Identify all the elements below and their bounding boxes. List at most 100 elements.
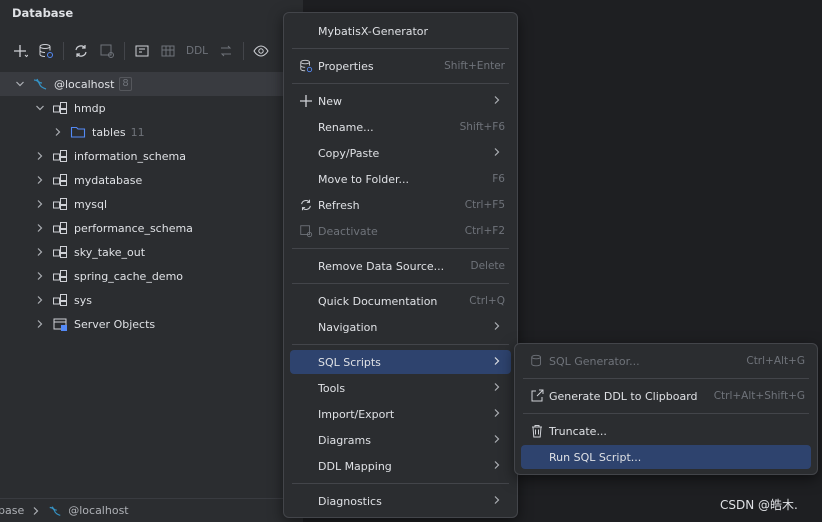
tree-item-label: tables xyxy=(92,125,126,139)
chevron-down-icon[interactable] xyxy=(14,78,26,90)
query-console-icon[interactable] xyxy=(130,39,154,63)
chevron-right-icon[interactable] xyxy=(52,126,64,138)
schema-icon xyxy=(52,172,68,188)
menu-separator xyxy=(292,83,509,84)
tree-item-label: information_schema xyxy=(74,149,186,163)
menu-separator xyxy=(523,413,809,414)
chevron-right-icon[interactable] xyxy=(34,270,46,282)
chevron-down-icon[interactable] xyxy=(34,102,46,114)
tree-item-schema[interactable]: sys xyxy=(0,288,303,312)
panel-title: Database xyxy=(12,6,74,20)
submenu-item-sql-generator[interactable]: SQL Generator... Ctrl+Alt+G xyxy=(521,349,811,373)
server-objects-icon xyxy=(52,316,68,332)
submenu-item-truncate[interactable]: Truncate... xyxy=(521,419,811,443)
tree-item-tables[interactable]: tables 11 xyxy=(0,120,303,144)
menu-item-import-export[interactable]: Import/Export xyxy=(290,402,511,426)
chevron-right-icon xyxy=(493,434,501,447)
tree-item-server-objects[interactable]: Server Objects xyxy=(0,312,303,336)
tree-item-schema[interactable]: information_schema xyxy=(0,144,303,168)
tree-item-count: 8 xyxy=(119,77,132,91)
tree-item-hmdp[interactable]: hmdp xyxy=(0,96,303,120)
database-panel: Database DDL @localhost 8 hmdp tables 11… xyxy=(0,0,303,522)
submenu-item-run-sql-script[interactable]: Run SQL Script... xyxy=(521,445,811,469)
chevron-right-icon[interactable] xyxy=(34,222,46,234)
menu-item-ddl-mapping[interactable]: DDL Mapping xyxy=(290,454,511,478)
table-icon[interactable] xyxy=(156,39,180,63)
chevron-right-icon[interactable] xyxy=(34,246,46,258)
refresh-icon[interactable] xyxy=(69,39,93,63)
tree-item-label: mysql xyxy=(74,197,107,211)
submenu-item-generate-ddl[interactable]: Generate DDL to Clipboard Ctrl+Alt+Shift… xyxy=(521,384,811,408)
tree-item-label: spring_cache_demo xyxy=(74,269,184,283)
menu-item-new[interactable]: New xyxy=(290,89,511,113)
chevron-right-icon[interactable] xyxy=(34,294,46,306)
chevron-right-icon xyxy=(32,506,40,516)
menu-item-sql-scripts[interactable]: SQL Scripts xyxy=(290,350,511,374)
menu-item-move-to-folder[interactable]: Move to Folder... F6 xyxy=(290,167,511,191)
menu-item-remove-data-source[interactable]: Remove Data Source... Delete xyxy=(290,254,511,278)
chevron-right-icon xyxy=(493,408,501,421)
mysql-dolphin-icon xyxy=(32,76,48,92)
breadcrumb-item[interactable]: @localhost xyxy=(68,504,128,517)
schema-icon xyxy=(52,268,68,284)
chevron-right-icon xyxy=(493,460,501,473)
menu-item-properties[interactable]: Properties Shift+Enter xyxy=(290,54,511,78)
menu-separator xyxy=(292,248,509,249)
chevron-right-icon xyxy=(493,356,501,369)
menu-item-deactivate[interactable]: Deactivate Ctrl+F2 xyxy=(290,219,511,243)
toolbar-separator xyxy=(124,42,125,60)
tree-item-count: 11 xyxy=(130,125,145,139)
watermark: CSDN @皓木. xyxy=(720,498,798,512)
menu-item-copy-paste[interactable]: Copy/Paste xyxy=(290,141,511,165)
deactivate-icon xyxy=(298,223,314,239)
menu-item-tools[interactable]: Tools xyxy=(290,376,511,400)
menu-item-diagrams[interactable]: Diagrams xyxy=(290,428,511,452)
menu-item-diagnostics[interactable]: Diagnostics xyxy=(290,489,511,513)
tree-item-schema[interactable]: sky_take_out xyxy=(0,240,303,264)
schema-icon xyxy=(52,148,68,164)
tree-item-schema[interactable]: spring_cache_demo xyxy=(0,264,303,288)
tree-item-schema[interactable]: mydatabase xyxy=(0,168,303,192)
schema-icon xyxy=(52,220,68,236)
sql-generator-icon xyxy=(529,353,545,369)
database-toolbar: DDL xyxy=(8,38,273,64)
deactivate-icon[interactable] xyxy=(95,39,119,63)
menu-item-rename[interactable]: Rename... Shift+F6 xyxy=(290,115,511,139)
refresh-icon xyxy=(298,197,314,213)
menu-item-mybatisx-generator[interactable]: MybatisX-Generator xyxy=(290,19,511,43)
database-tree: @localhost 8 hmdp tables 11 information_… xyxy=(0,72,303,336)
chevron-right-icon[interactable] xyxy=(34,174,46,186)
menu-item-navigation[interactable]: Navigation xyxy=(290,315,511,339)
schema-icon xyxy=(52,292,68,308)
trash-icon xyxy=(529,423,545,439)
chevron-right-icon[interactable] xyxy=(34,198,46,210)
chevron-right-icon xyxy=(493,382,501,395)
menu-item-quick-documentation[interactable]: Quick Documentation Ctrl+Q xyxy=(290,289,511,313)
toolbar-separator xyxy=(63,42,64,60)
tree-item-label: hmdp xyxy=(74,101,106,115)
ddl-button[interactable]: DDL xyxy=(182,39,212,63)
mysql-dolphin-icon xyxy=(48,504,62,518)
breadcrumb: base @localhost xyxy=(0,498,303,522)
tree-item-schema[interactable]: mysql xyxy=(0,192,303,216)
chevron-right-icon[interactable] xyxy=(34,150,46,162)
data-source-properties-icon[interactable] xyxy=(34,39,58,63)
menu-separator xyxy=(292,344,509,345)
tree-item-localhost[interactable]: @localhost 8 xyxy=(0,72,303,96)
view-options-eye-icon[interactable] xyxy=(249,39,273,63)
tree-item-label: sys xyxy=(74,293,92,307)
chevron-right-icon xyxy=(493,147,501,160)
breadcrumb-item[interactable]: base xyxy=(0,504,24,517)
data-source-properties-icon xyxy=(298,58,314,74)
tree-item-schema[interactable]: performance_schema xyxy=(0,216,303,240)
toolbar-separator xyxy=(243,42,244,60)
external-arrow-icon xyxy=(529,388,545,404)
schema-icon xyxy=(52,100,68,116)
chevron-right-icon xyxy=(493,321,501,334)
chevron-right-icon[interactable] xyxy=(34,318,46,330)
jump-to-icon[interactable] xyxy=(214,39,238,63)
tree-item-label: Server Objects xyxy=(74,317,156,331)
add-icon[interactable] xyxy=(8,39,32,63)
tree-item-label: mydatabase xyxy=(74,173,143,187)
menu-item-refresh[interactable]: Refresh Ctrl+F5 xyxy=(290,193,511,217)
